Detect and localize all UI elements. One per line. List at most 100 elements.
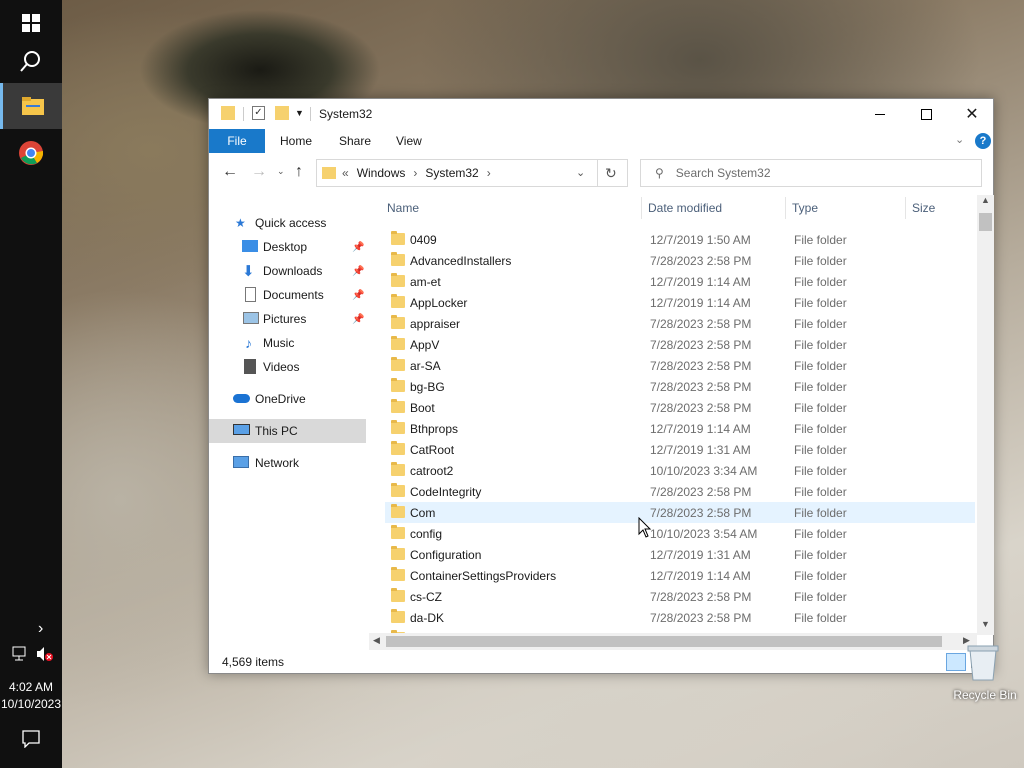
pin-icon[interactable]: 📌 (352, 242, 364, 253)
file-date: 12/7/2019 1:14 AM (650, 569, 751, 583)
action-center-icon[interactable] (22, 730, 40, 751)
nav-network[interactable]: Network (209, 451, 366, 475)
search-icon: ⚲ (655, 166, 664, 180)
scroll-left-icon[interactable]: ◀ (373, 635, 380, 646)
ribbon-tabs: File Home Share View ⌄ ? (209, 129, 993, 153)
nav-quick-access[interactable]: ★ Quick access (209, 211, 366, 235)
title-bar[interactable]: ✓ ▼ System32 ✕ (209, 99, 993, 129)
back-button[interactable]: ← (222, 163, 238, 181)
forward-button[interactable]: → (251, 163, 267, 181)
close-button[interactable]: ✕ (949, 99, 995, 129)
file-row[interactable]: AppLocker 12/7/2019 1:14 AM File folder (385, 292, 975, 313)
horizontal-scrollbar[interactable]: ◀ ▶ (369, 633, 977, 650)
file-row[interactable]: catroot2 10/10/2023 3:34 AM File folder (385, 460, 975, 481)
scroll-down-icon[interactable]: ▼ (981, 619, 990, 629)
details-view-icon[interactable] (946, 653, 966, 671)
file-row[interactable]: ar-SA 7/28/2023 2:58 PM File folder (385, 355, 975, 376)
nav-downloads[interactable]: ⬇ Downloads 📌 (209, 259, 366, 283)
column-header-name[interactable]: Name (387, 195, 419, 221)
file-row[interactable]: Com 7/28/2023 2:58 PM File folder (385, 502, 975, 523)
search-input[interactable]: Search System32 (676, 166, 771, 180)
clock-time[interactable]: 4:02 AM (0, 680, 62, 694)
chevron-right-icon[interactable]: › (413, 166, 417, 180)
nav-music[interactable]: ♪ Music (209, 331, 366, 355)
file-row[interactable]: AppV 7/28/2023 2:58 PM File folder (385, 334, 975, 355)
nav-videos[interactable]: Videos (209, 355, 366, 379)
file-type: File folder (794, 422, 847, 436)
recent-locations-button[interactable]: ⌄ (277, 166, 285, 177)
maximize-button[interactable] (903, 99, 949, 129)
pin-icon[interactable]: 📌 (352, 290, 364, 301)
chevron-right-icon[interactable]: › (487, 166, 491, 180)
document-icon (245, 287, 256, 302)
volume-muted-icon[interactable] (36, 646, 54, 665)
nav-this-pc[interactable]: This PC (209, 419, 366, 443)
file-row[interactable]: am-et 12/7/2019 1:14 AM File folder (385, 271, 975, 292)
file-row[interactable]: Boot 7/28/2023 2:58 PM File folder (385, 397, 975, 418)
file-row[interactable]: ContainerSettingsProviders 12/7/2019 1:14… (385, 565, 975, 586)
scroll-up-icon[interactable]: ▲ (981, 195, 990, 205)
up-button[interactable]: ↑ (295, 163, 303, 181)
scroll-thumb[interactable] (979, 213, 992, 231)
file-row[interactable]: Bthprops 12/7/2019 1:14 AM File folder (385, 418, 975, 439)
tab-file[interactable]: File (209, 129, 265, 153)
column-header-size[interactable]: Size (912, 195, 935, 221)
file-name: appraiser (410, 317, 461, 331)
expand-ribbon-icon[interactable]: ⌄ (955, 133, 964, 146)
file-type: File folder (794, 527, 847, 541)
column-header-type[interactable]: Type (792, 195, 818, 221)
file-row[interactable]: 0409 12/7/2019 1:50 AM File folder (385, 229, 975, 250)
file-row[interactable]: AdvancedInstallers 7/28/2023 2:58 PM File … (385, 250, 975, 271)
breadcrumb-system32[interactable]: System32 (425, 166, 478, 180)
nav-onedrive[interactable]: OneDrive (209, 387, 366, 411)
column-divider[interactable] (641, 197, 642, 219)
recycle-bin-icon[interactable] (966, 642, 1000, 682)
tab-view[interactable]: View (382, 129, 436, 153)
address-dropdown-icon[interactable]: ⌄ (576, 166, 585, 179)
customize-toolbar-icon[interactable]: ▼ (295, 108, 304, 118)
nav-label: Documents (263, 288, 324, 302)
refresh-icon[interactable]: ↻ (605, 165, 617, 182)
file-row[interactable]: bg-BG 7/28/2023 2:58 PM File folder (385, 376, 975, 397)
taskbar-file-explorer[interactable] (0, 83, 62, 129)
tab-home[interactable]: Home (266, 129, 326, 153)
chevron-up-icon[interactable]: › (38, 620, 43, 638)
help-icon[interactable]: ? (975, 133, 991, 149)
status-item-count: 4,569 items (222, 655, 285, 669)
file-row[interactable]: cs-CZ 7/28/2023 2:58 PM File folder (385, 586, 975, 607)
minimize-button[interactable] (857, 99, 903, 129)
window-title: System32 (319, 107, 373, 121)
file-row[interactable]: config 10/10/2023 3:54 AM File folder (385, 523, 975, 544)
taskbar: › 4:02 AM 10/10/2023 (0, 0, 62, 768)
file-row[interactable]: CatRoot 12/7/2019 1:31 AM File folder (385, 439, 975, 460)
vertical-scrollbar[interactable]: ▲ ▼ (977, 195, 994, 635)
file-row[interactable]: appraiser 7/28/2023 2:58 PM File folder (385, 313, 975, 334)
file-row[interactable]: Configuration 12/7/2019 1:31 AM File folde… (385, 544, 975, 565)
file-date: 10/10/2023 3:54 AM (650, 527, 758, 541)
pin-icon[interactable]: 📌 (352, 314, 364, 325)
taskbar-chrome[interactable] (0, 130, 62, 176)
nav-pictures[interactable]: Pictures 📌 (209, 307, 366, 331)
folder-icon (391, 441, 405, 455)
nav-desktop[interactable]: Desktop 📌 (209, 235, 366, 259)
column-divider[interactable] (905, 197, 906, 219)
column-header-date[interactable]: Date modified (648, 195, 722, 221)
search-button[interactable] (0, 38, 62, 84)
clock-date[interactable]: 10/10/2023 (0, 697, 62, 711)
file-row[interactable]: CodeIntegrity 7/28/2023 2:58 PM File folde… (385, 481, 975, 502)
folder-icon (391, 336, 405, 350)
properties-icon[interactable]: ✓ (252, 106, 265, 120)
tab-share[interactable]: Share (325, 129, 385, 153)
file-row[interactable]: da-DK 7/28/2023 2:58 PM File folder (385, 607, 975, 628)
breadcrumb-windows[interactable]: Windows (357, 166, 406, 180)
nav-documents[interactable]: Documents 📌 (209, 283, 366, 307)
new-folder-icon[interactable] (275, 106, 289, 120)
breadcrumb-overflow[interactable]: « (342, 166, 349, 180)
network-tray-icon[interactable] (12, 646, 30, 665)
address-bar[interactable]: « Windows › System32 › ⌄ ↻ (316, 159, 628, 187)
column-divider[interactable] (785, 197, 786, 219)
search-box[interactable]: ⚲ Search System32 (640, 159, 982, 187)
pin-icon[interactable]: 📌 (352, 266, 364, 277)
scroll-thumb-horizontal[interactable] (386, 636, 942, 647)
file-type: File folder (794, 569, 847, 583)
